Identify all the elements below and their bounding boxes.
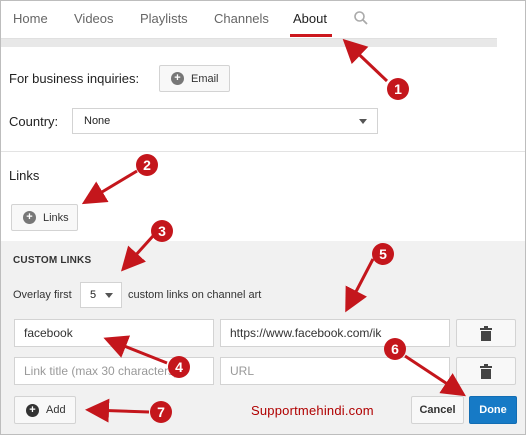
tab-bar-divider — [1, 39, 497, 47]
arrow-1 — [342, 38, 389, 83]
email-button-label: Email — [191, 72, 219, 85]
section-divider — [1, 151, 525, 152]
watermark-brand: Supportmehindi.com — [251, 403, 374, 418]
links-button-label: Links — [43, 211, 69, 224]
arrow-2 — [81, 169, 138, 205]
search-icon[interactable] — [353, 10, 369, 26]
cancel-button[interactable]: Cancel — [411, 396, 464, 424]
business-inquiries-label: For business inquiries: — [9, 71, 140, 86]
link-url-field[interactable]: https://www.facebook.com/ik — [220, 319, 450, 347]
overlay-first-label: Overlay first — [13, 289, 72, 301]
country-selected-value: None — [84, 115, 111, 127]
annotation-marker-1: 1 — [387, 78, 409, 100]
tab-videos[interactable]: Videos — [74, 11, 114, 26]
email-button[interactable]: + Email — [159, 65, 230, 92]
delete-link-button[interactable] — [456, 319, 516, 347]
tab-about[interactable]: About — [293, 11, 327, 26]
trash-icon — [480, 363, 492, 379]
custom-links-title: CUSTOM LINKS — [13, 255, 92, 266]
overlay-count-value: 5 — [90, 289, 97, 301]
annotation-marker-5: 5 — [372, 243, 394, 265]
overlay-suffix-label: custom links on channel art — [128, 289, 262, 301]
active-tab-indicator — [290, 34, 332, 37]
add-button-label: Add — [46, 404, 66, 416]
chevron-down-icon — [105, 293, 113, 298]
annotation-marker-6: 6 — [384, 338, 406, 360]
channel-tabs: Home Videos Playlists Channels About — [1, 1, 497, 39]
country-label: Country: — [9, 114, 59, 129]
tab-playlists[interactable]: Playlists — [140, 11, 188, 26]
links-heading: Links — [9, 168, 40, 183]
annotation-marker-7: 7 — [150, 401, 172, 423]
add-link-button[interactable]: + Add — [14, 396, 76, 424]
country-select[interactable]: None — [72, 108, 378, 134]
tab-home[interactable]: Home — [13, 11, 48, 26]
delete-link-button[interactable] — [456, 357, 516, 385]
annotation-marker-2: 2 — [136, 154, 158, 176]
plus-icon: + — [26, 403, 39, 417]
tab-channels[interactable]: Channels — [214, 11, 269, 26]
plus-icon: + — [171, 72, 184, 85]
links-button[interactable]: + Links — [11, 204, 78, 231]
link-url-field[interactable]: URL — [220, 357, 450, 385]
trash-icon — [480, 325, 492, 341]
plus-icon: + — [23, 211, 36, 224]
chevron-down-icon — [359, 119, 367, 124]
done-button[interactable]: Done — [469, 396, 517, 424]
overlay-count-select[interactable]: 5 — [80, 282, 122, 308]
annotation-marker-3: 3 — [151, 220, 173, 242]
channel-about-editor: Home Videos Playlists Channels About For… — [0, 0, 526, 435]
annotation-marker-4: 4 — [168, 356, 190, 378]
link-title-field[interactable]: facebook — [14, 319, 214, 347]
